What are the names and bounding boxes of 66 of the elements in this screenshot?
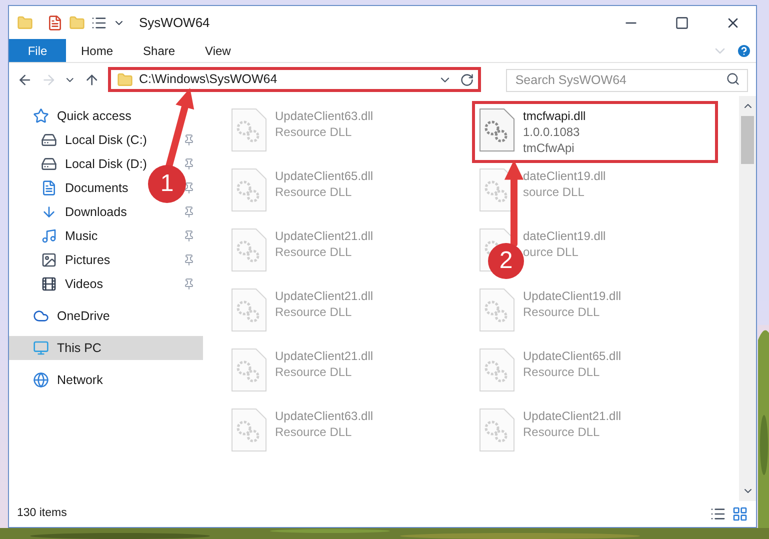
download-icon [41,204,57,220]
file-detail: Resource DLL [523,424,601,440]
file-gears-icon [479,108,515,152]
file-name[interactable]: tmcfwapi.dll [523,108,586,124]
drive-icon [41,132,57,148]
file-detail: Resource DLL [275,124,353,140]
maximize-icon[interactable] [675,16,689,30]
file-detail: Resource DLL [275,364,353,380]
ribbon-tab[interactable]: View [190,39,246,62]
up-icon[interactable] [84,72,100,88]
file-detail: Resource DLL [275,184,353,200]
file-gears-icon [231,408,267,452]
sidebar-item[interactable]: Local Disk (C:) [65,130,147,150]
ribbon-tab[interactable]: Home [66,39,128,62]
file-gears-icon [479,408,515,452]
sidebar-item[interactable]: Downloads [65,202,127,222]
scrollbar-thumb[interactable] [741,116,754,164]
sidebar-item[interactable]: Videos [65,274,103,294]
sidebar-item[interactable]: Pictures [65,250,110,270]
refresh-icon[interactable] [460,72,474,86]
drive-icon [41,156,57,172]
file-gears-icon [231,348,267,392]
item-count: 130 items [17,506,68,522]
film-icon [41,276,57,292]
sidebar-item[interactable]: Network [57,370,103,390]
file-gears-icon [231,168,267,212]
star-icon [33,108,49,124]
cloud-icon [33,308,49,324]
file-detail: Resource DLL [275,244,353,260]
file-detail: 1.0.0.1083 [523,124,581,140]
sidebar-item[interactable]: OneDrive [57,306,110,326]
back-icon[interactable] [17,72,33,88]
image-icon [41,252,57,268]
globe-icon [33,372,49,388]
file-detail: source DLL [523,184,586,200]
folder-icon [116,72,133,88]
file-detail: Resource DLL [523,304,601,320]
help-icon[interactable] [736,42,752,58]
file-gears-icon [231,228,267,272]
address-bar[interactable]: C:\Windows\SysWOW64 [108,67,480,92]
music-note-icon [41,228,57,244]
details-view-icon[interactable] [710,506,726,522]
ribbon-tab[interactable]: File [9,39,66,62]
document-icon [41,180,57,196]
search-field[interactable]: Search SysWOW64 [506,68,748,92]
file-detail: Resource DLL [523,364,601,380]
ribbon-tab[interactable]: Share [128,39,190,62]
file-gears-icon [231,288,267,332]
file-gears-icon [479,348,515,392]
file-detail: Resource DLL [275,304,353,320]
sidebar-item[interactable]: Local Disk (D:) [65,154,147,174]
properties-icon[interactable] [47,14,63,30]
large-icons-view-icon[interactable] [732,506,748,522]
monitor-icon [33,340,49,356]
sidebar-item[interactable]: Music [65,226,98,246]
file-detail: tmCfwApi [523,140,576,156]
file-detail: Resource DLL [275,424,353,440]
sidebar-item[interactable]: Documents [65,178,128,198]
file-gears-icon [231,108,267,152]
window-title: SysWOW64 [139,14,210,32]
search-icon [726,72,740,86]
sidebar-item[interactable]: This PC [57,338,102,358]
file-gears-icon [479,288,515,332]
view-icon[interactable] [91,14,107,30]
file-detail: ource DLL [523,244,580,260]
sidebar-item[interactable]: Quick access [57,106,132,126]
